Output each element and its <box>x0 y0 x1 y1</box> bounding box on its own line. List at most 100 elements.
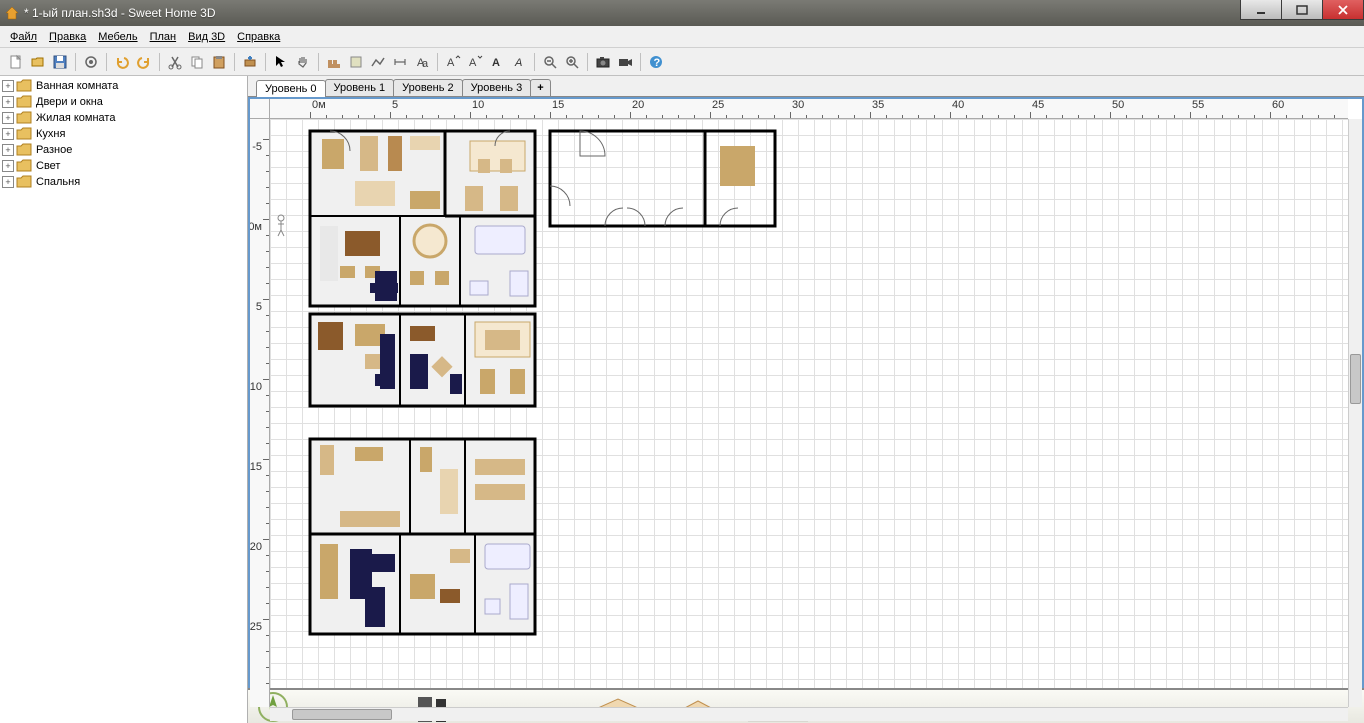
menu-edit[interactable]: Правка <box>43 29 92 45</box>
ruler-horizontal: 0м51015202530354045505560 <box>270 99 1348 119</box>
catalog-category[interactable]: + Свет <box>2 158 245 174</box>
scrollbar-thumb[interactable] <box>1350 354 1361 404</box>
create-photo-icon[interactable] <box>593 52 613 72</box>
separator <box>234 53 235 71</box>
save-file-icon[interactable] <box>50 52 70 72</box>
category-label: Спальня <box>36 176 80 188</box>
ruler-corner <box>250 99 270 119</box>
category-label: Двери и окна <box>36 96 103 108</box>
minimize-button[interactable] <box>1240 0 1282 20</box>
catalog-category[interactable]: + Спальня <box>2 174 245 190</box>
titlebar: * 1-ый план.sh3d - Sweet Home 3D <box>0 0 1364 26</box>
catalog-tree[interactable]: + Ванная комната + Двери и окна + Жилая комна… <box>0 76 247 192</box>
new-file-icon[interactable] <box>6 52 26 72</box>
level-tab-add[interactable]: + <box>530 79 550 96</box>
add-furniture-icon[interactable] <box>240 52 260 72</box>
svg-text:A: A <box>469 57 477 69</box>
level-tab-0[interactable]: Уровень 0 <box>256 80 326 97</box>
level-tab-3[interactable]: Уровень 3 <box>462 79 532 96</box>
furniture-catalog-panel: + Ванная комната + Двери и окна + Жилая комна… <box>0 76 248 723</box>
catalog-category[interactable]: + Кухня <box>2 126 245 142</box>
text-decrease-icon[interactable]: A <box>465 52 485 72</box>
category-label: Кухня <box>36 128 65 140</box>
menu-3dview[interactable]: Вид 3D <box>182 29 231 45</box>
separator <box>587 53 588 71</box>
undo-icon[interactable] <box>112 52 132 72</box>
separator <box>75 53 76 71</box>
menu-furniture[interactable]: Мебель <box>92 29 143 45</box>
create-rooms-icon[interactable] <box>346 52 366 72</box>
expand-icon[interactable]: + <box>2 96 14 108</box>
expand-icon[interactable]: + <box>2 128 14 140</box>
folder-icon <box>16 111 32 125</box>
folder-icon <box>16 95 32 109</box>
category-label: Ванная комната <box>36 80 118 92</box>
text-bold-icon[interactable]: A <box>487 52 507 72</box>
create-video-icon[interactable] <box>615 52 635 72</box>
separator <box>437 53 438 71</box>
svg-text:?: ? <box>654 57 661 69</box>
zoom-out-icon[interactable] <box>540 52 560 72</box>
plan-view[interactable]: 0м51015202530354045505560 -50м510152025 <box>248 97 1364 723</box>
copy-icon[interactable] <box>187 52 207 72</box>
catalog-category[interactable]: + Ванная комната <box>2 78 245 94</box>
separator <box>265 53 266 71</box>
window-title: * 1-ый план.sh3d - Sweet Home 3D <box>24 6 216 20</box>
folder-icon <box>16 79 32 93</box>
text-increase-icon[interactable]: A <box>443 52 463 72</box>
create-polylines-icon[interactable] <box>368 52 388 72</box>
expand-icon[interactable]: + <box>2 80 14 92</box>
category-label: Жилая комната <box>36 112 115 124</box>
pan-icon[interactable] <box>293 52 313 72</box>
plan-canvas[interactable] <box>270 119 1348 707</box>
floor-plan-drawing <box>270 119 1348 707</box>
folder-icon <box>16 159 32 173</box>
create-walls-icon[interactable] <box>324 52 344 72</box>
menu-help[interactable]: Справка <box>231 29 286 45</box>
folder-icon <box>16 127 32 141</box>
open-file-icon[interactable] <box>28 52 48 72</box>
menu-file[interactable]: Файл <box>4 29 43 45</box>
scrollbar-vertical[interactable] <box>1348 119 1362 707</box>
maximize-button[interactable] <box>1281 0 1323 20</box>
zoom-in-icon[interactable] <box>562 52 582 72</box>
catalog-category[interactable]: + Двери и окна <box>2 94 245 110</box>
toolbar: Aa A A A A ? <box>0 48 1364 76</box>
level-tab-2[interactable]: Уровень 2 <box>393 79 463 96</box>
folder-icon <box>16 175 32 189</box>
level-tab-1[interactable]: Уровень 1 <box>325 79 395 96</box>
help-icon[interactable]: ? <box>646 52 666 72</box>
cut-icon[interactable] <box>165 52 185 72</box>
menubar: Файл Правка Мебель План Вид 3D Справка <box>0 26 1364 48</box>
category-label: Свет <box>36 160 60 172</box>
paste-icon[interactable] <box>209 52 229 72</box>
expand-icon[interactable]: + <box>2 144 14 156</box>
create-dimensions-icon[interactable] <box>390 52 410 72</box>
folder-icon <box>16 143 32 157</box>
expand-icon[interactable]: + <box>2 176 14 188</box>
svg-text:a: a <box>422 58 429 70</box>
ruler-vertical: -50м510152025 <box>250 119 270 707</box>
separator <box>534 53 535 71</box>
select-icon[interactable] <box>271 52 291 72</box>
window-controls <box>1241 0 1364 20</box>
svg-text:A: A <box>514 57 522 69</box>
separator <box>106 53 107 71</box>
text-italic-icon[interactable]: A <box>509 52 529 72</box>
expand-icon[interactable]: + <box>2 160 14 172</box>
catalog-category[interactable]: + Жилая комната <box>2 110 245 126</box>
scrollbar-horizontal[interactable] <box>270 707 1348 721</box>
create-text-icon[interactable]: Aa <box>412 52 432 72</box>
catalog-category[interactable]: + Разное <box>2 142 245 158</box>
preferences-icon[interactable] <box>81 52 101 72</box>
separator <box>159 53 160 71</box>
scrollbar-thumb[interactable] <box>292 709 392 720</box>
expand-icon[interactable]: + <box>2 112 14 124</box>
svg-text:A: A <box>492 57 500 69</box>
separator <box>318 53 319 71</box>
separator <box>640 53 641 71</box>
redo-icon[interactable] <box>134 52 154 72</box>
menu-plan[interactable]: План <box>144 29 183 45</box>
category-label: Разное <box>36 144 72 156</box>
close-button[interactable] <box>1322 0 1364 20</box>
